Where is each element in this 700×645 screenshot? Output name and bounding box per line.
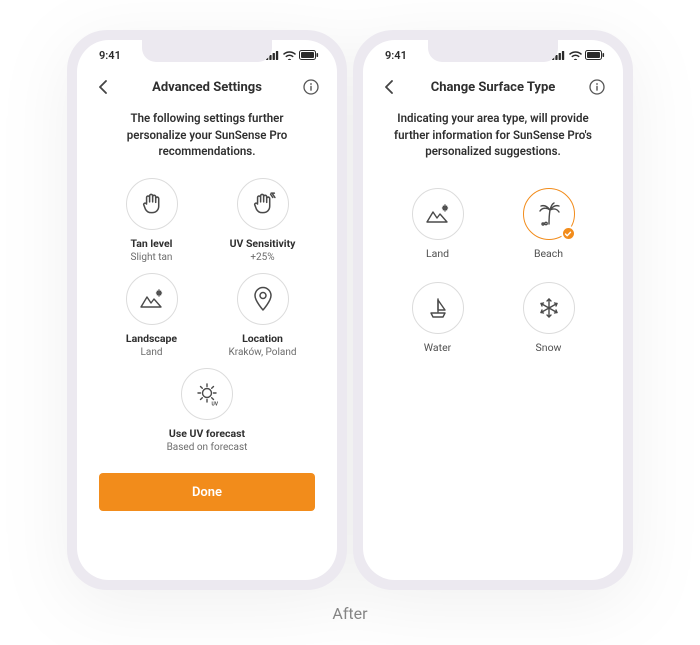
back-button[interactable] bbox=[377, 75, 401, 99]
sailboat-icon bbox=[426, 296, 450, 320]
mountain-sun-icon bbox=[139, 289, 165, 309]
info-button[interactable] bbox=[585, 75, 609, 99]
status-icons bbox=[266, 50, 319, 60]
page-title: Advanced Settings bbox=[115, 80, 299, 95]
done-button-label: Done bbox=[192, 485, 222, 500]
surface-label: Water bbox=[424, 341, 451, 354]
phones-stage: 9:41 Advanced Settings The following set… bbox=[67, 30, 633, 590]
setting-title: Location bbox=[242, 332, 283, 345]
mountain-sun-icon bbox=[425, 204, 451, 224]
battery-icon bbox=[585, 50, 605, 60]
phone-left: 9:41 Advanced Settings The following set… bbox=[67, 30, 347, 590]
check-icon bbox=[561, 226, 576, 241]
setting-value: +25% bbox=[250, 252, 274, 263]
nav-bar: Change Surface Type bbox=[363, 70, 623, 104]
status-time: 9:41 bbox=[385, 49, 407, 62]
phone-right: 9:41 Change Surface Type Indicating your… bbox=[353, 30, 633, 590]
pin-icon bbox=[252, 286, 274, 312]
settings-grid: Tan level Slight tan UV Sensitivity +25%… bbox=[77, 164, 337, 358]
surface-label: Land bbox=[426, 247, 449, 260]
hand-uv-icon bbox=[250, 191, 276, 217]
surface-option-snow[interactable]: Snow bbox=[496, 282, 601, 354]
svg-text:UV: UV bbox=[211, 402, 218, 408]
intro-text: Indicating your area type, will provide … bbox=[363, 104, 623, 164]
notch bbox=[142, 40, 272, 62]
setting-value: Kraków, Poland bbox=[228, 347, 296, 358]
surface-option-water[interactable]: Water bbox=[385, 282, 490, 354]
status-time: 9:41 bbox=[99, 49, 121, 62]
hand-icon bbox=[139, 191, 165, 217]
surface-grid: Land Beach Water bbox=[363, 164, 623, 354]
intro-text: The following settings further personali… bbox=[77, 104, 337, 164]
page-title: Change Surface Type bbox=[401, 80, 585, 95]
setting-location[interactable]: Location Kraków, Poland bbox=[210, 273, 315, 358]
wifi-icon bbox=[283, 51, 296, 60]
info-button[interactable] bbox=[299, 75, 323, 99]
surface-option-beach[interactable]: Beach bbox=[496, 188, 601, 260]
setting-title: Landscape bbox=[126, 332, 177, 345]
setting-uv-forecast[interactable]: UV Use UV forecast Based on forecast bbox=[167, 368, 248, 453]
info-icon bbox=[589, 79, 605, 95]
chevron-left-icon bbox=[384, 80, 394, 94]
status-icons bbox=[552, 50, 605, 60]
screen-right: 9:41 Change Surface Type Indicating your… bbox=[363, 40, 623, 580]
wifi-icon bbox=[569, 51, 582, 60]
surface-label: Beach bbox=[534, 247, 563, 260]
setting-value: Based on forecast bbox=[167, 442, 248, 453]
snowflake-icon bbox=[537, 296, 561, 320]
info-icon bbox=[303, 79, 319, 95]
back-button[interactable] bbox=[91, 75, 115, 99]
battery-icon bbox=[299, 50, 319, 60]
nav-bar: Advanced Settings bbox=[77, 70, 337, 104]
setting-title: UV Sensitivity bbox=[230, 237, 296, 250]
chevron-left-icon bbox=[98, 80, 108, 94]
setting-tan-level[interactable]: Tan level Slight tan bbox=[99, 178, 204, 263]
surface-label: Snow bbox=[536, 341, 562, 354]
sun-uv-icon: UV bbox=[193, 380, 221, 408]
palm-icon bbox=[536, 201, 562, 227]
done-button[interactable]: Done bbox=[99, 473, 315, 511]
setting-value: Slight tan bbox=[131, 252, 173, 263]
setting-landscape[interactable]: Landscape Land bbox=[99, 273, 204, 358]
surface-option-land[interactable]: Land bbox=[385, 188, 490, 260]
notch bbox=[428, 40, 558, 62]
setting-title: Tan level bbox=[131, 237, 173, 250]
setting-value: Land bbox=[141, 347, 163, 358]
setting-title: Use UV forecast bbox=[169, 427, 245, 440]
screen-left: 9:41 Advanced Settings The following set… bbox=[77, 40, 337, 580]
setting-uv-sensitivity[interactable]: UV Sensitivity +25% bbox=[210, 178, 315, 263]
caption: After bbox=[0, 604, 700, 623]
settings-row-center: UV Use UV forecast Based on forecast bbox=[77, 358, 337, 453]
